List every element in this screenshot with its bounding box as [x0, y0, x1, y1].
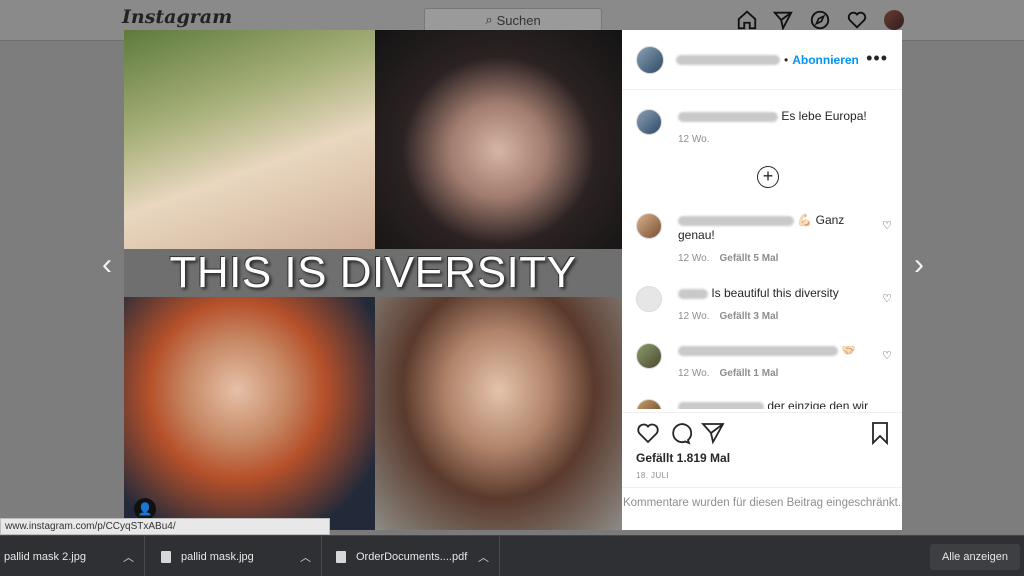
- likes-count[interactable]: Gefällt 1.819 Mal: [636, 451, 730, 465]
- downloads-bar: pallid mask 2.jpg ︿ pallid mask.jpg ︿ Or…: [0, 535, 1024, 576]
- download-item[interactable]: OrderDocuments....pdf ︿: [322, 536, 500, 576]
- commenter-avatar[interactable]: [636, 399, 662, 409]
- author-username-blurred[interactable]: [678, 111, 778, 122]
- post-header: • Abonnieren •••: [622, 30, 902, 90]
- backdrop-left: [0, 41, 124, 533]
- comment-likes[interactable]: Gefällt 1 Mal: [720, 368, 779, 379]
- comments-list[interactable]: Es lebe Europa! 12 Wo. + 💪🏻 Ganz genau! …: [622, 91, 902, 409]
- comment-text: 🤝🏻: [841, 343, 857, 357]
- comment-likes[interactable]: Gefällt 3 Mal: [720, 311, 779, 322]
- previous-post-arrow-icon[interactable]: ‹: [94, 250, 120, 280]
- explore-icon[interactable]: [809, 9, 831, 31]
- post-actions: Gefällt 1.819 Mal 18. JULI Kommentare wu…: [622, 412, 902, 530]
- tagged-users-icon[interactable]: 👤: [134, 498, 156, 520]
- commenter-username-blurred[interactable]: [678, 345, 838, 356]
- comment-likes[interactable]: Gefällt 5 Mal: [720, 253, 779, 264]
- photo-bottom-right: [375, 297, 622, 530]
- commenter-username-blurred[interactable]: [678, 401, 764, 409]
- load-more-comments-icon[interactable]: +: [757, 166, 779, 188]
- commenter-avatar[interactable]: [636, 213, 662, 239]
- caption-time: 12 Wo.: [678, 134, 710, 145]
- comment-time: 12 Wo.: [678, 368, 710, 379]
- file-icon: [161, 550, 171, 563]
- search-placeholder: Suchen: [496, 12, 541, 28]
- download-filename: pallid mask 2.jpg: [4, 550, 86, 563]
- chevron-up-icon[interactable]: ︿: [300, 549, 311, 565]
- chevron-up-icon[interactable]: ︿: [123, 549, 134, 565]
- like-comment-heart-icon[interactable]: ♡: [882, 219, 892, 232]
- author-avatar[interactable]: [636, 45, 664, 74]
- status-url-bar: www.instagram.com/p/CCyqSTxABu4/: [0, 518, 330, 535]
- separator-dot: •: [784, 52, 789, 67]
- caption-text: Es lebe Europa!: [781, 109, 867, 123]
- like-heart-icon[interactable]: [636, 421, 660, 445]
- file-icon: [336, 550, 346, 563]
- follow-button[interactable]: Abonnieren: [792, 53, 859, 67]
- post-date[interactable]: 18. JULI: [636, 471, 669, 480]
- comment-time: 12 Wo.: [678, 311, 710, 322]
- direct-message-icon[interactable]: [772, 9, 794, 31]
- photo-bottom-left: [124, 297, 375, 530]
- next-post-arrow-icon[interactable]: ›: [906, 250, 932, 280]
- commenter-avatar[interactable]: [636, 343, 662, 369]
- image-banner: THIS IS DIVERSITY: [124, 248, 622, 297]
- download-item[interactable]: pallid mask 2.jpg ︿: [0, 536, 145, 576]
- post-image[interactable]: THIS IS DIVERSITY 👤: [124, 30, 622, 530]
- backdrop-right: [902, 41, 1024, 533]
- download-item[interactable]: pallid mask.jpg ︿: [145, 536, 322, 576]
- photo-top-right: [375, 30, 622, 249]
- show-all-downloads-button[interactable]: Alle anzeigen: [929, 544, 1020, 570]
- like-comment-heart-icon[interactable]: ♡: [882, 292, 892, 305]
- commenter-avatar[interactable]: [636, 286, 662, 312]
- commenter-username-blurred[interactable]: [678, 215, 794, 226]
- comment-time: 12 Wo.: [678, 253, 710, 264]
- search-input[interactable]: ⌕ Suchen: [424, 8, 602, 32]
- share-icon[interactable]: [701, 421, 725, 445]
- more-options-icon[interactable]: •••: [866, 48, 888, 69]
- photo-top-left: [124, 30, 375, 249]
- profile-avatar[interactable]: [884, 10, 904, 30]
- comment-text: der einzige den wir: [767, 399, 869, 409]
- download-filename: pallid mask.jpg: [181, 550, 254, 563]
- comments-restricted-notice: Kommentare wurden für diesen Beitrag ein…: [622, 487, 902, 531]
- commenter-username-blurred[interactable]: [678, 288, 708, 299]
- bookmark-icon[interactable]: [868, 421, 892, 445]
- comment-icon[interactable]: [668, 421, 692, 445]
- download-filename: OrderDocuments....pdf: [356, 550, 468, 563]
- post-side-panel: • Abonnieren ••• Es lebe Europa! 12 Wo. …: [622, 30, 902, 530]
- like-comment-heart-icon[interactable]: ♡: [882, 349, 892, 362]
- author-username-blurred[interactable]: [676, 54, 780, 65]
- activity-heart-icon[interactable]: [846, 9, 868, 31]
- banner-text: THIS IS DIVERSITY: [169, 248, 577, 297]
- instagram-logo[interactable]: Instagram: [122, 6, 232, 28]
- home-icon[interactable]: [736, 9, 758, 31]
- comment-text: Is beautiful this diversity: [711, 286, 839, 300]
- author-avatar-small[interactable]: [636, 109, 662, 135]
- chevron-up-icon[interactable]: ︿: [478, 549, 489, 565]
- search-icon: ⌕: [485, 12, 493, 27]
